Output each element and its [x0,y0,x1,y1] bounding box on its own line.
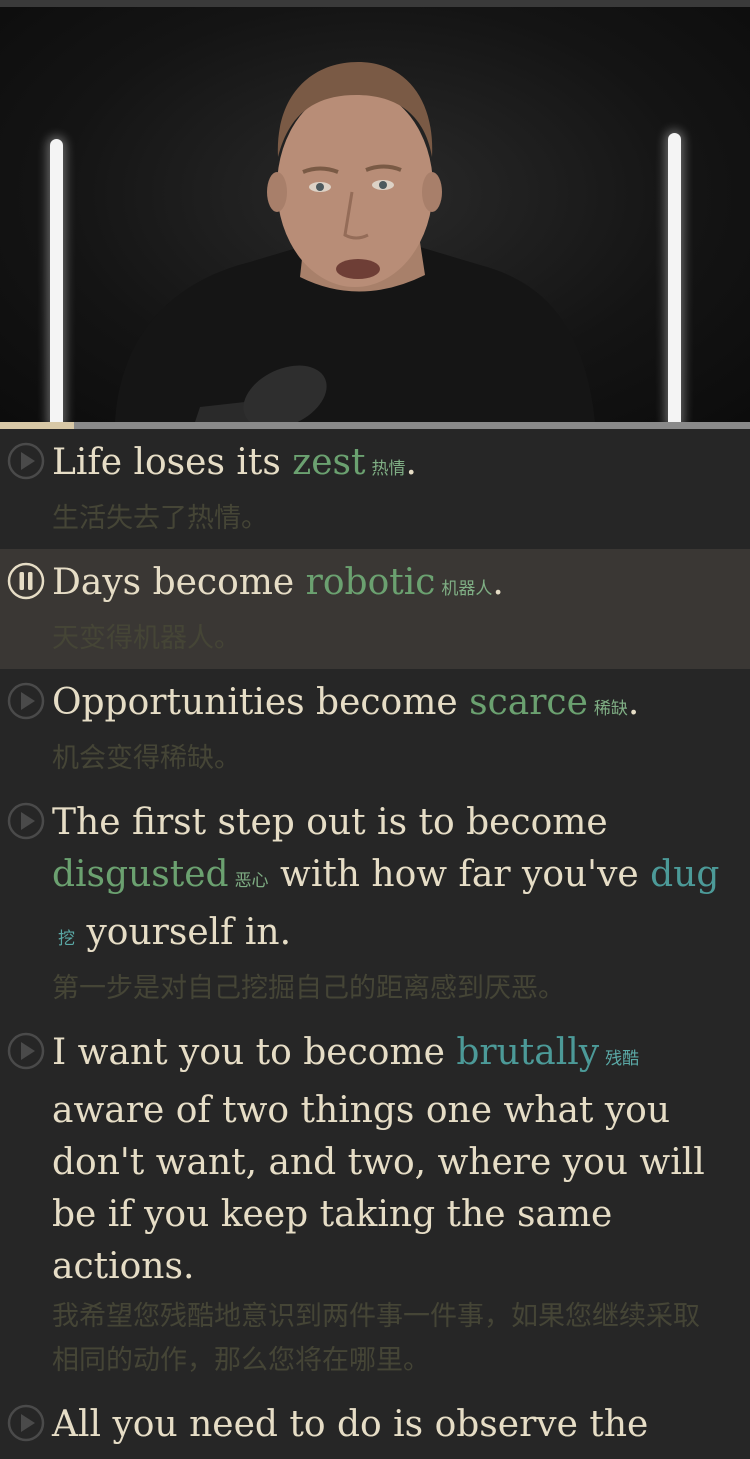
english-line: All you need to do is observe the [52,1399,720,1451]
chinese-translation: 我希望您残酷地意识到两件事一件事，如果您继续采取相同的动作，那么您将在哪里。 [52,1301,700,1376]
english-text: I want you to become [52,1032,457,1073]
english-text: Opportunities become [52,682,470,723]
subtitle-row[interactable]: All you need to do is observe the [0,1391,750,1459]
english-text: . [492,562,504,603]
play-icon[interactable] [7,1404,45,1442]
chinese-translation: 天变得机器人。 [52,623,241,654]
subtitle-row-active[interactable]: Days become robotic 机器人. 天变得机器人。 [0,549,750,669]
subtitle-row[interactable]: I want you to become brutally 残酷 aware of… [0,1019,750,1391]
english-text: Days become [52,562,306,603]
english-text: yourself in. [75,912,292,953]
chinese-translation: 机会变得稀缺。 [52,743,241,774]
video-progress-fill [0,422,75,429]
english-text: with how far you've [268,854,651,895]
keyword-gloss: 残酷 [605,1049,640,1069]
subtitle-row[interactable]: Opportunities become scarce 稀缺. 机会变得稀缺。 [0,669,750,789]
keyword[interactable]: zest [292,442,365,483]
keyword-gloss: 热情 [371,459,406,479]
keyword-gloss: 稀缺 [593,699,628,719]
english-text: aware of two things one what you don't w… [52,1090,705,1287]
keyword-gloss: 恶心 [234,871,269,891]
english-text: . [405,442,417,483]
chinese-translation: 生活失去了热情。 [52,503,268,534]
english-line: I want you to become brutally 残酷 aware of… [52,1027,720,1293]
chinese-translation: 第一步是对自己挖掘自己的距离感到厌恶。 [52,973,565,1004]
speaker-image [115,62,595,422]
play-icon[interactable] [7,442,45,480]
play-icon[interactable] [7,682,45,720]
subtitle-row[interactable]: Life loses its zest 热情. 生活失去了热情。 [0,429,750,549]
english-text: The first step out is to become [52,802,608,843]
english-line: Life loses its zest 热情. [52,437,720,495]
keyword-gloss: 机器人 [441,579,493,599]
keyword[interactable]: scarce [469,682,588,723]
keyword-gloss: 挖 [58,929,75,949]
english-line: The first step out is to become disguste… [52,797,720,965]
english-line: Opportunities become scarce 稀缺. [52,677,720,735]
keyword[interactable]: robotic [306,562,436,603]
status-bar [0,0,750,7]
keyword[interactable]: dug [650,854,719,895]
video-progress-bar[interactable] [0,422,750,429]
english-text: . [627,682,640,723]
play-icon[interactable] [7,1032,45,1070]
keyword[interactable]: disgusted [52,854,229,895]
subtitle-row[interactable]: The first step out is to become disguste… [0,789,750,1019]
english-text: All you need to do is observe the [52,1404,649,1445]
english-line: Days become robotic 机器人. [52,557,720,615]
english-text: Life loses its [52,442,293,483]
video-player[interactable] [0,7,750,422]
pause-icon[interactable] [7,562,45,600]
play-icon[interactable] [7,802,45,840]
subtitle-list: Life loses its zest 热情. 生活失去了热情。 Days bec… [0,429,750,1459]
keyword[interactable]: brutally [456,1032,599,1073]
